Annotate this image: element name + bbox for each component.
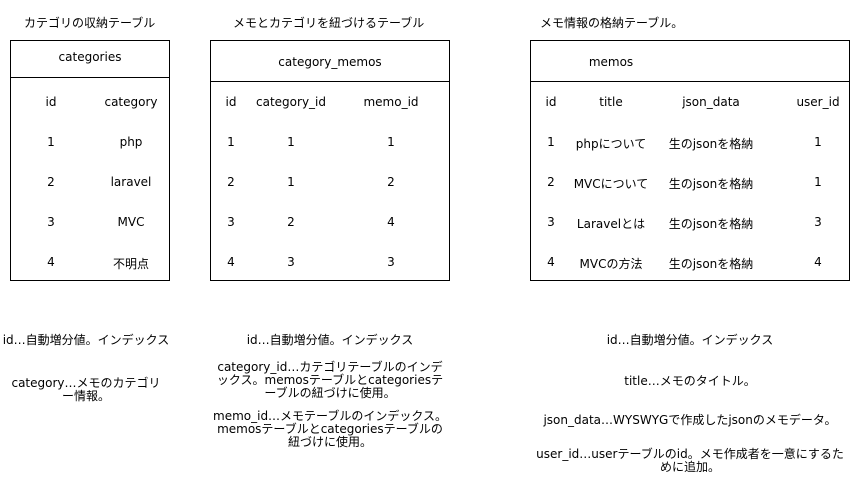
table-cell: 生のjsonを格納 xyxy=(668,257,754,271)
table-cell: 2 xyxy=(547,175,555,189)
column-header-id: id xyxy=(545,95,557,109)
table-cell: 1 xyxy=(287,175,295,189)
table-cell: MVCについて xyxy=(573,177,649,191)
table-cell: 不明点 xyxy=(112,257,150,271)
table-cell: 3 xyxy=(287,255,295,269)
table-cell: 1 xyxy=(287,135,295,149)
table-cell: 1 xyxy=(47,135,55,149)
table-cell: 1 xyxy=(814,135,822,149)
note-category-memos-id: id…自動増分値。インデックス xyxy=(246,333,414,347)
note-memos-user-id: user_id…userテーブルのid。メモ作成者を一意にするために追加。 xyxy=(536,447,844,474)
caption-memos: メモ情報の格納テーブル。 xyxy=(540,16,684,30)
table-cell: 4 xyxy=(227,255,235,269)
table-cell: 生のjsonを格納 xyxy=(668,217,754,231)
table-cell: 3 xyxy=(227,215,235,229)
table-cell: phpについて xyxy=(575,137,647,151)
table-cell: 1 xyxy=(547,135,555,149)
column-header-json-data: json_data xyxy=(682,95,740,109)
table-cell: 1 xyxy=(814,175,822,189)
header-divider xyxy=(211,81,449,82)
table-cell: 3 xyxy=(547,215,555,229)
caption-categories: カテゴリの収納テーブル xyxy=(24,16,156,30)
column-header-memo-id: memo_id xyxy=(363,95,419,109)
table-memos: memos id title json_data user_id 1 phpにつ… xyxy=(530,40,850,281)
table-name-categories: categories xyxy=(58,50,122,64)
table-name-category-memos: category_memos xyxy=(278,55,382,69)
table-cell: 2 xyxy=(47,175,55,189)
column-header-id: id xyxy=(45,95,57,109)
table-cell: 4 xyxy=(814,255,822,269)
note-category-memos-memo-id: memo_id…メモテーブルのインデックス。memosテーブルとcategori… xyxy=(213,409,447,449)
column-header-category-id: category_id xyxy=(256,95,326,109)
note-category-memos-category-id: category_id…カテゴリテーブルのインデックス。memosテーブルとca… xyxy=(216,360,444,400)
column-header-user-id: user_id xyxy=(796,95,840,109)
table-cell: 3 xyxy=(47,215,55,229)
table-categories: categories id category 1 php 2 laravel 3… xyxy=(10,40,170,281)
table-cell: Laravelとは xyxy=(576,217,646,231)
table-cell: 3 xyxy=(387,255,395,269)
column-header-id: id xyxy=(225,95,237,109)
table-cell: 2 xyxy=(387,175,395,189)
note-memos-title: title…メモのタイトル。 xyxy=(624,374,756,388)
table-cell: laravel xyxy=(110,175,152,189)
table-cell: 1 xyxy=(227,135,235,149)
table-cell: 4 xyxy=(387,215,395,229)
table-cell: php xyxy=(119,135,143,149)
table-cell: 4 xyxy=(547,255,555,269)
table-cell: 1 xyxy=(387,135,395,149)
note-categories-id: id…自動増分値。インデックス xyxy=(2,333,170,347)
table-cell: MVC xyxy=(117,215,145,229)
note-memos-json-data: json_data…WYSWYGで作成したjsonのメモデータ。 xyxy=(543,413,837,427)
table-cell: 生のjsonを格納 xyxy=(668,137,754,151)
table-category-memos: category_memos id category_id memo_id 1 … xyxy=(210,40,450,281)
table-cell: 4 xyxy=(47,255,55,269)
caption-category-memos: メモとカテゴリを紐づけるテーブル xyxy=(233,16,425,30)
table-cell: 2 xyxy=(227,175,235,189)
table-name-memos: memos xyxy=(588,55,634,69)
table-cell: 生のjsonを格納 xyxy=(668,177,754,191)
header-divider xyxy=(11,77,169,78)
column-header-title: title xyxy=(599,95,623,109)
note-categories-category: category…メモのカテゴリー情報。 xyxy=(11,376,161,403)
note-memos-id: id…自動増分値。インデックス xyxy=(606,333,774,347)
column-header-category: category xyxy=(104,95,158,109)
header-divider xyxy=(531,81,849,82)
table-cell: 3 xyxy=(814,215,822,229)
table-cell: 2 xyxy=(287,215,295,229)
table-cell: MVCの方法 xyxy=(579,257,643,271)
